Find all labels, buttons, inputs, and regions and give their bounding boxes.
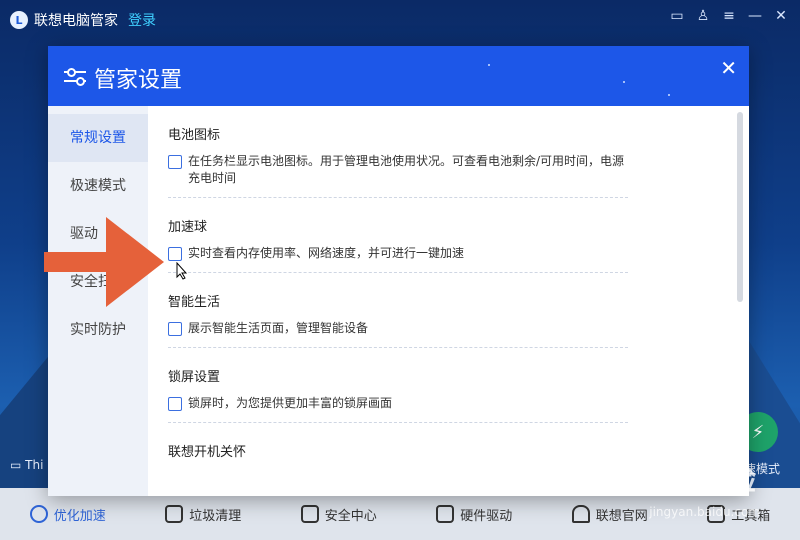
dialog-title: 管家设置: [94, 68, 183, 93]
sidebar-item-general[interactable]: 常规设置: [48, 114, 148, 162]
option-row: 实时查看内存使用率、网络速度，并可进行一键加速: [168, 245, 628, 262]
nav-clean[interactable]: 垃圾清理: [165, 505, 241, 524]
option-label: 锁屏时，为您提供更加丰富的锁屏画面: [188, 396, 393, 410]
nav-official-site[interactable]: 联想官网: [571, 505, 648, 524]
option-row: 锁屏时，为您提供更加丰富的锁屏画面: [168, 395, 628, 412]
sidebar-item-speed-mode[interactable]: 极速模式: [48, 162, 148, 210]
speedometer-icon: [29, 505, 48, 523]
settings-content: 电池图标 在任务栏显示电池图标。用于管理电池使用状况。可查看电池剩余/可用时间，…: [148, 106, 749, 496]
menu-icon[interactable]: ≡: [722, 8, 736, 24]
dialog-header: 管家设置 ✕: [48, 46, 749, 106]
section-title: 锁屏设置: [168, 370, 221, 385]
option-label: 在任务栏显示电池图标。用于管理电池使用状况。可查看电池剩余/可用时间，电源充电时…: [188, 154, 625, 185]
minimize-icon[interactable]: —: [748, 8, 762, 24]
content-scrollbar[interactable]: [737, 112, 743, 302]
section-smart-life: 智能生活 展示智能生活页面，管理智能设备: [168, 273, 628, 348]
shield-icon: [300, 505, 319, 523]
lock-screen-checkbox[interactable]: [168, 397, 182, 411]
app-name: 联想电脑管家: [34, 13, 118, 29]
option-row: 展示智能生活页面，管理智能设备: [168, 320, 628, 337]
star-decoration: [488, 64, 490, 66]
mouse-cursor-icon: [176, 262, 188, 280]
sidebar-item-realtime-protection[interactable]: 实时防护: [48, 306, 148, 354]
hardware-icon: [436, 505, 455, 523]
section-title: 联想开机关怀: [168, 445, 247, 460]
nav-security[interactable]: 安全中心: [300, 505, 377, 524]
option-row: 在任务栏显示电池图标。用于管理电池使用状况。可查看电池剩余/可用时间，电源充电时…: [168, 153, 628, 187]
settings-sliders-icon: [64, 68, 86, 86]
section-title: 智能生活: [168, 295, 221, 310]
nav-optimize[interactable]: 优化加速: [29, 505, 106, 524]
section-title: 加速球: [168, 220, 208, 235]
option-label: 展示智能生活页面，管理智能设备: [188, 321, 369, 335]
tutorial-arrow-icon: [44, 217, 164, 307]
battery-icon-checkbox[interactable]: [168, 155, 182, 169]
baidu-watermark: Baidu经验: [599, 463, 756, 498]
device-status: ▭ Thi: [10, 458, 44, 472]
speed-ball-checkbox[interactable]: [168, 247, 182, 261]
section-lock-screen: 锁屏设置 锁屏时，为您提供更加丰富的锁屏画面: [168, 348, 628, 423]
skin-icon[interactable]: ♙: [696, 8, 710, 24]
monitor-icon: ▭: [10, 458, 22, 472]
section-battery-icon: 电池图标 在任务栏显示电池图标。用于管理电池使用状况。可查看电池剩余/可用时间，…: [168, 106, 628, 198]
section-title: 电池图标: [168, 128, 221, 143]
section-boot-care: 联想开机关怀: [168, 423, 628, 480]
headset-icon: [571, 505, 590, 523]
option-label: 实时查看内存使用率、网络速度，并可进行一键加速: [188, 246, 465, 260]
dialog-close-icon[interactable]: ✕: [720, 56, 737, 80]
star-decoration: [623, 81, 625, 83]
watermark-url: jingyan.baidu.com: [649, 505, 760, 519]
login-link[interactable]: 登录: [128, 10, 156, 30]
lenovo-logo-icon: L: [10, 11, 28, 29]
smart-life-checkbox[interactable]: [168, 322, 182, 336]
close-icon[interactable]: ✕: [774, 8, 788, 24]
app-title-bar: L 联想电脑管家 登录: [10, 10, 156, 30]
star-decoration: [668, 94, 670, 96]
nav-hardware[interactable]: 硬件驱动: [436, 505, 512, 524]
feedback-icon[interactable]: ▭: [670, 8, 684, 24]
trash-icon: [165, 505, 184, 523]
section-speed-ball: 加速球 实时查看内存使用率、网络速度，并可进行一键加速: [168, 198, 628, 273]
window-controls: ▭ ♙ ≡ — ✕: [670, 8, 788, 24]
